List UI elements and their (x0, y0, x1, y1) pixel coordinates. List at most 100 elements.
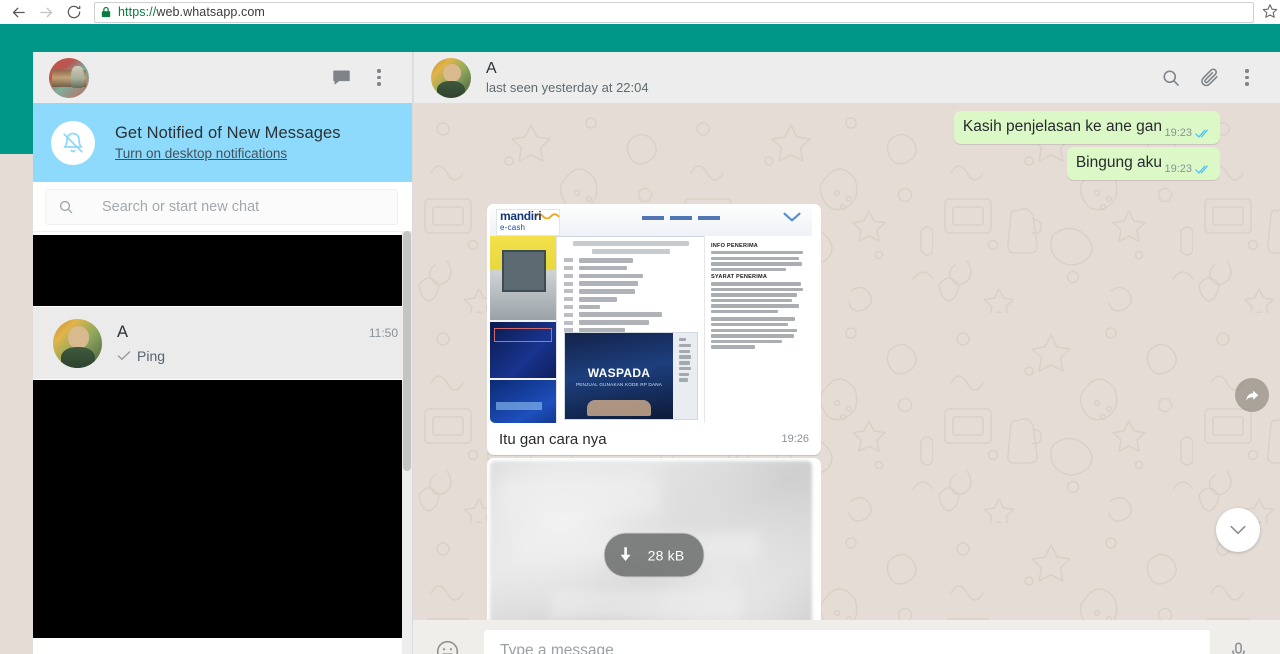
notification-icon-circle (51, 120, 95, 165)
scroll-to-bottom-button[interactable] (1216, 508, 1260, 552)
image-caption-row: Itu gan cara nya 19:26 (490, 423, 818, 455)
waspada-text (673, 333, 697, 419)
download-button[interactable]: 28 kB (603, 532, 705, 578)
mandiri-ecash-screenshot: mandiri e-cash WASPADA PENJUAL GUNAKAN K… (490, 207, 812, 423)
mandiri-body: WASPADA PENJUAL GUNAKAN KODE RP DANA INF… (490, 236, 812, 423)
instruction-step (564, 296, 698, 302)
instruction-step (564, 304, 698, 310)
menu-dots-icon (377, 69, 381, 86)
turn-on-notifications-link[interactable]: Turn on desktop notifications (115, 146, 341, 161)
address-bar[interactable]: https://web.whatsapp.com (94, 1, 1254, 23)
instruction-step (564, 265, 698, 271)
chat-search-button[interactable] (1152, 58, 1190, 98)
side-section-title: SYARAT PENERIMA (711, 274, 768, 281)
emoji-button[interactable] (435, 639, 460, 654)
new-chat-icon (332, 70, 350, 85)
chat-header-info[interactable]: A last seen yesterday at 22:04 (486, 60, 649, 95)
browser-nav-buttons (0, 0, 88, 24)
paperclip-icon (1200, 68, 1218, 87)
mandiri-logo: mandiri e-cash (498, 208, 542, 233)
forward-arrow-icon (1245, 390, 1258, 400)
instructions-heading-1 (573, 241, 689, 246)
message-scroll-container[interactable]: Kasih penjelasan ke ane gan 19:23 Bingun… (413, 103, 1280, 620)
search-box[interactable] (45, 188, 398, 225)
url-host: web.whatsapp.com (156, 5, 265, 19)
message-input[interactable] (498, 641, 1196, 654)
message-input-wrapper[interactable] (484, 630, 1210, 654)
contact-status: last seen yesterday at 22:04 (486, 80, 649, 95)
chevron-down-icon (1230, 525, 1246, 535)
bookmark-star-button[interactable] (1262, 3, 1278, 24)
whatsapp-app: Get Notified of New Messages Turn on des… (33, 52, 1280, 654)
promo-photo-1 (490, 322, 556, 378)
menu-dots-icon (1245, 69, 1249, 86)
url-scheme: https:// (118, 5, 157, 19)
message-composer (413, 620, 1280, 654)
forward-button[interactable] (32, 0, 60, 24)
url-text: https://web.whatsapp.com (118, 5, 265, 19)
sidebar-scrollbar[interactable] (402, 231, 412, 654)
mandiri-instructions: WASPADA PENJUAL GUNAKAN KODE RP DANA (557, 236, 704, 423)
image-caption: Itu gan cara nya (499, 430, 607, 448)
sidebar: Get Notified of New Messages Turn on des… (33, 52, 413, 654)
chat-list: A 11:50 Ping (33, 234, 412, 639)
chat-panel: A last seen yesterday at 22:04 Kasih pen… (413, 52, 1280, 654)
forward-message-button[interactable] (1235, 378, 1269, 412)
instructions-heading-2 (592, 249, 670, 254)
instruction-step (564, 258, 698, 263)
message-bubble-image[interactable]: mandiri e-cash WASPADA PENJUAL GUNAKAN K… (487, 204, 821, 455)
search-input[interactable] (100, 197, 385, 216)
arrow-left-icon (12, 7, 25, 17)
mandiri-brand: mandiri (500, 208, 542, 223)
double-check-read-icon (1195, 164, 1212, 175)
waspada-subtitle: PENJUAL GUNAKAN KODE RP DANA (575, 381, 662, 387)
arrow-right-icon (39, 7, 52, 17)
chat-item-name: A (117, 322, 129, 341)
chat-item-body: A 11:50 Ping (117, 323, 398, 364)
reload-icon (67, 5, 81, 19)
chat-item-preview-text: Ping (137, 347, 166, 364)
emoji-smiley-icon (436, 640, 459, 654)
single-check-icon (117, 350, 132, 361)
search-bar (33, 182, 412, 232)
message-bubble-outgoing[interactable]: Kasih penjelasan ke ane gan 19:23 (953, 111, 1220, 144)
contact-avatar[interactable] (431, 57, 471, 98)
attach-button[interactable] (1190, 58, 1228, 98)
message-row: Kasih penjelasan ke ane gan 19:23 (413, 111, 1280, 144)
contact-name: A (486, 60, 497, 77)
voice-record-button[interactable] (1210, 641, 1266, 654)
chat-menu-button[interactable] (1228, 58, 1266, 98)
reload-button[interactable] (60, 0, 88, 24)
instruction-step (564, 289, 698, 294)
my-profile-avatar[interactable] (49, 57, 89, 98)
chat-list-item-a[interactable]: A 11:50 Ping (33, 307, 412, 379)
instruction-step (564, 281, 698, 286)
chat-list-item-redacted-2[interactable] (33, 379, 402, 639)
sidebar-header (33, 52, 412, 103)
waspada-banner: WASPADA PENJUAL GUNAKAN KODE RP DANA (564, 332, 698, 420)
waspada-image: WASPADA PENJUAL GUNAKAN KODE RP DANA (565, 333, 673, 419)
mandiri-nav-links (642, 216, 720, 220)
side-section-title: INFO PENERIMA (711, 243, 759, 249)
new-chat-button[interactable] (322, 58, 360, 98)
instruction-step (564, 312, 698, 318)
chat-item-preview-row: Ping (117, 348, 398, 364)
sidebar-scrollbar-thumb[interactable] (403, 231, 411, 471)
message-meta: 19:23 (1164, 163, 1212, 175)
message-bubble-outgoing[interactable]: Bingung aku 19:23 (1066, 147, 1220, 180)
desktop-notification-banner[interactable]: Get Notified of New Messages Turn on des… (33, 103, 412, 182)
message-meta: 19:23 (1164, 127, 1212, 139)
mandiri-left-column (490, 236, 557, 423)
message-time: 19:26 (781, 433, 809, 445)
notification-title: Get Notified of New Messages (115, 124, 341, 142)
message-row: Bingung aku 19:23 (413, 147, 1280, 180)
whatsapp-page: Get Notified of New Messages Turn on des… (0, 24, 1280, 654)
star-icon (1262, 4, 1278, 18)
message-bubble-file[interactable]: 28 kB (487, 458, 821, 620)
mandiri-topbar: mandiri e-cash (490, 207, 812, 237)
message-image[interactable]: mandiri e-cash WASPADA PENJUAL GUNAKAN K… (490, 207, 812, 423)
chat-list-item-redacted-1[interactable] (33, 234, 402, 307)
sidebar-menu-button[interactable] (360, 58, 398, 98)
back-button[interactable] (4, 0, 32, 24)
message-time: 19:23 (1164, 163, 1192, 175)
